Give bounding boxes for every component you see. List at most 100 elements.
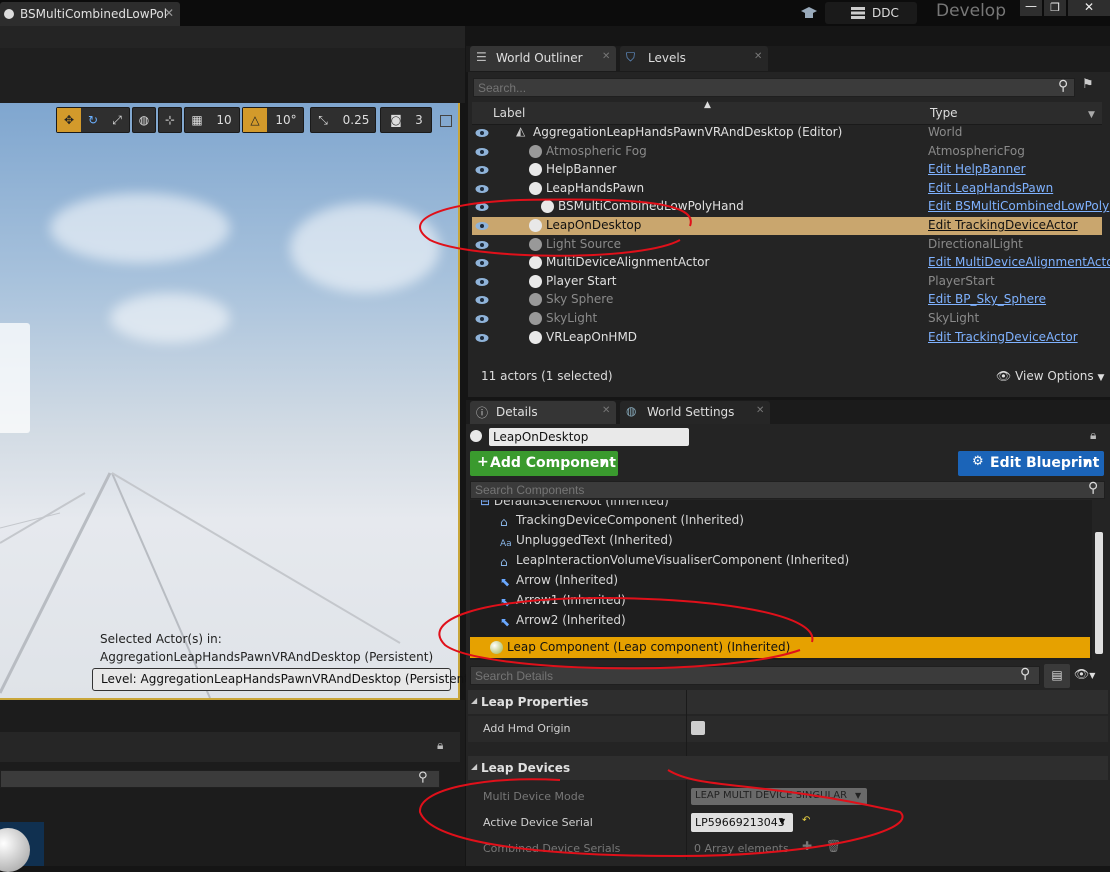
outliner-row[interactable]: BSMultiCombinedLowPolyHand Edit BSMultiCo… xyxy=(472,198,1109,216)
view-options-button[interactable]: 👁︎ View Options ▼ xyxy=(996,369,1104,383)
outliner-row[interactable]: Atmospheric Fog AtmosphericFog xyxy=(472,143,1102,161)
outliner-row-edit-link[interactable]: Edit BP_Sky_Sphere xyxy=(928,292,1046,306)
grid-snap-control[interactable]: ▦ 10 xyxy=(184,107,240,133)
close-icon[interactable]: ✕ xyxy=(756,405,764,416)
close-icon[interactable]: ✕ xyxy=(164,6,174,20)
maximize-viewport-icon[interactable] xyxy=(440,115,452,127)
edit-blueprint-button[interactable]: ⚙ Edit Blueprint ▼ xyxy=(958,451,1104,476)
graduation-cap-icon[interactable] xyxy=(800,5,818,21)
reset-to-default-icon[interactable]: ↶ xyxy=(802,815,810,826)
outliner-row[interactable]: Sky Sphere Edit BP_Sky_Sphere xyxy=(472,291,1102,309)
label-column-header[interactable]: Label xyxy=(493,106,525,120)
outliner-row[interactable]: ◭ AggregationLeapHandsPawnVRAndDesktop (E… xyxy=(472,124,1102,142)
close-window-button[interactable]: ✕ xyxy=(1068,0,1110,16)
add-actor-icon[interactable]: ⚑ xyxy=(1082,77,1100,97)
component-item[interactable]: ⬉ Arrow2 (Inherited) xyxy=(500,613,626,629)
grid-snap-value[interactable]: 10 xyxy=(211,108,237,132)
visibility-eye-icon[interactable] xyxy=(475,332,489,342)
close-icon[interactable]: ✕ xyxy=(602,51,610,62)
visibility-eye-icon[interactable] xyxy=(475,313,489,323)
component-tree-scrollbar[interactable] xyxy=(1095,532,1103,654)
multi-device-mode-dropdown[interactable]: LEAP MULTI DEVICE SINGULAR ▼ xyxy=(691,788,867,805)
scale-icon[interactable]: ⤢ xyxy=(105,108,129,132)
rotation-snap-value[interactable]: 10° xyxy=(271,108,301,132)
lock-icon[interactable]: 🔒︎ xyxy=(437,738,451,752)
visibility-eye-icon[interactable] xyxy=(475,164,489,175)
tab-world-outliner[interactable]: ☰ World Outliner ✕ xyxy=(470,46,616,71)
minimize-button[interactable]: — xyxy=(1020,0,1042,16)
component-item[interactable]: ⌂ TrackingDeviceComponent (Inherited) xyxy=(500,513,744,529)
visibility-eye-icon[interactable] xyxy=(475,257,489,268)
outliner-row[interactable]: Player Start PlayerStart xyxy=(472,273,1102,291)
visibility-eye-icon[interactable] xyxy=(475,220,489,230)
search-details-input[interactable] xyxy=(470,666,1040,685)
visibility-eye-icon[interactable] xyxy=(475,201,489,212)
component-item[interactable]: ⬉ Arrow1 (Inherited) xyxy=(500,593,626,609)
column-options-icon[interactable]: ▼ xyxy=(1088,110,1095,120)
outliner-row[interactable]: VRLeapOnHMD Edit TrackingDeviceActor xyxy=(472,329,1102,347)
camera-speed-value[interactable]: 3 xyxy=(411,108,427,132)
outliner-row-edit-link[interactable]: Edit BSMultiCombinedLowPoly xyxy=(928,199,1109,213)
outliner-row[interactable]: MultiDeviceAlignmentActor Edit MultiDevic… xyxy=(472,254,1110,272)
tab-details[interactable]: ⓘ Details ✕ xyxy=(470,401,616,424)
outliner-row-edit-link[interactable]: Edit HelpBanner xyxy=(928,162,1026,176)
visibility-eye-icon[interactable] xyxy=(475,146,489,156)
close-icon[interactable]: ✕ xyxy=(602,405,610,416)
component-item[interactable]: ⬉ Arrow (Inherited) xyxy=(500,573,618,589)
visibility-eye-icon[interactable] xyxy=(475,294,489,305)
outliner-row[interactable]: Light Source DirectionalLight xyxy=(472,236,1102,254)
visibility-eye-icon[interactable] xyxy=(475,127,489,137)
search-icon[interactable]: ⚲ xyxy=(1020,666,1036,684)
surface-snapping-button[interactable]: ⊹ xyxy=(158,107,182,133)
search-icon[interactable]: ⚲ xyxy=(418,770,434,786)
component-item[interactable]: ⊟ DefaultSceneRoot (Inherited) xyxy=(480,500,669,508)
outliner-row[interactable]: LeapOnDesktop Edit TrackingDeviceActor xyxy=(472,217,1102,235)
level-viewport[interactable] xyxy=(0,103,460,700)
maximize-button[interactable]: ❐ xyxy=(1044,0,1066,16)
add-element-icon[interactable]: ✚ xyxy=(802,839,812,853)
bottom-search-input[interactable] xyxy=(0,770,440,788)
outliner-row[interactable]: LeapHandsPawn Edit LeapHandsPawn xyxy=(472,180,1102,198)
leap-devices-section-header[interactable]: ◢ Leap Devices xyxy=(468,756,1108,780)
transform-tools[interactable]: ✥ ↻ ⤢ xyxy=(56,107,130,133)
visibility-eye-icon[interactable] xyxy=(475,183,489,193)
tab-world-settings[interactable]: ◍ World Settings ✕ xyxy=(620,401,770,424)
active-device-serial-dropdown[interactable]: LP59669213043 ▼ xyxy=(691,813,793,832)
search-components-input[interactable] xyxy=(470,481,1105,499)
document-tab[interactable]: BSMultiCombinedLowPol ✕ xyxy=(0,2,180,26)
component-item[interactable]: ⌂ LeapInteractionVolumeVisualiserComponen… xyxy=(500,553,849,569)
scale-snap-control[interactable]: ⤡ 0.25 xyxy=(310,107,376,133)
actor-name-input[interactable] xyxy=(489,428,689,446)
type-column-header[interactable]: Type xyxy=(930,106,958,120)
outliner-row-edit-link[interactable]: Edit MultiDeviceAlignmentActo xyxy=(928,255,1110,269)
search-icon[interactable]: ⚲ xyxy=(1058,78,1074,96)
close-icon[interactable]: ✕ xyxy=(754,51,762,62)
details-view-options[interactable]: 👁︎▼ xyxy=(1074,667,1106,685)
search-icon[interactable]: ⚲ xyxy=(1088,480,1104,498)
add-component-button[interactable]: + Add Component ▼ xyxy=(470,451,618,476)
leap-properties-section-header[interactable]: ◢ Leap Properties xyxy=(468,690,1108,714)
outliner-row-edit-link[interactable]: Edit LeapHandsPawn xyxy=(928,181,1053,195)
thumbnail-tile[interactable] xyxy=(0,822,44,872)
outliner-row[interactable]: HelpBanner Edit HelpBanner xyxy=(472,161,1102,179)
outliner-row[interactable]: SkyLight SkyLight xyxy=(472,310,1102,328)
ddc-button[interactable]: DDC xyxy=(825,2,917,24)
component-item[interactable]: Aa UnpluggedText (Inherited) xyxy=(500,533,673,551)
add-hmd-origin-checkbox[interactable] xyxy=(691,721,705,735)
lock-icon[interactable]: 🔒︎ xyxy=(1090,428,1104,442)
outliner-row-edit-link[interactable]: Edit TrackingDeviceActor xyxy=(928,330,1078,344)
rotation-snap-control[interactable]: △ 10° xyxy=(242,107,304,133)
coordinate-system-button[interactable]: ◍ xyxy=(132,107,156,133)
component-item-selected[interactable]: Leap Component (Leap component) (Inherit… xyxy=(470,637,1090,658)
trash-icon[interactable]: 🗑︎ xyxy=(826,839,841,853)
rotate-icon[interactable]: ↻ xyxy=(81,108,105,132)
visibility-eye-icon[interactable] xyxy=(475,239,489,249)
move-icon[interactable]: ✥ xyxy=(57,108,81,132)
camera-speed-control[interactable]: ◙ 3 xyxy=(380,107,432,133)
outliner-row-edit-link[interactable]: Edit TrackingDeviceActor xyxy=(928,218,1078,232)
property-matrix-button[interactable]: ▤ xyxy=(1044,664,1070,688)
scale-snap-value[interactable]: 0.25 xyxy=(339,108,373,132)
outliner-search-input[interactable] xyxy=(473,78,1075,97)
tab-levels[interactable]: ⛉ Levels ✕ xyxy=(620,46,768,71)
visibility-eye-icon[interactable] xyxy=(475,276,489,286)
